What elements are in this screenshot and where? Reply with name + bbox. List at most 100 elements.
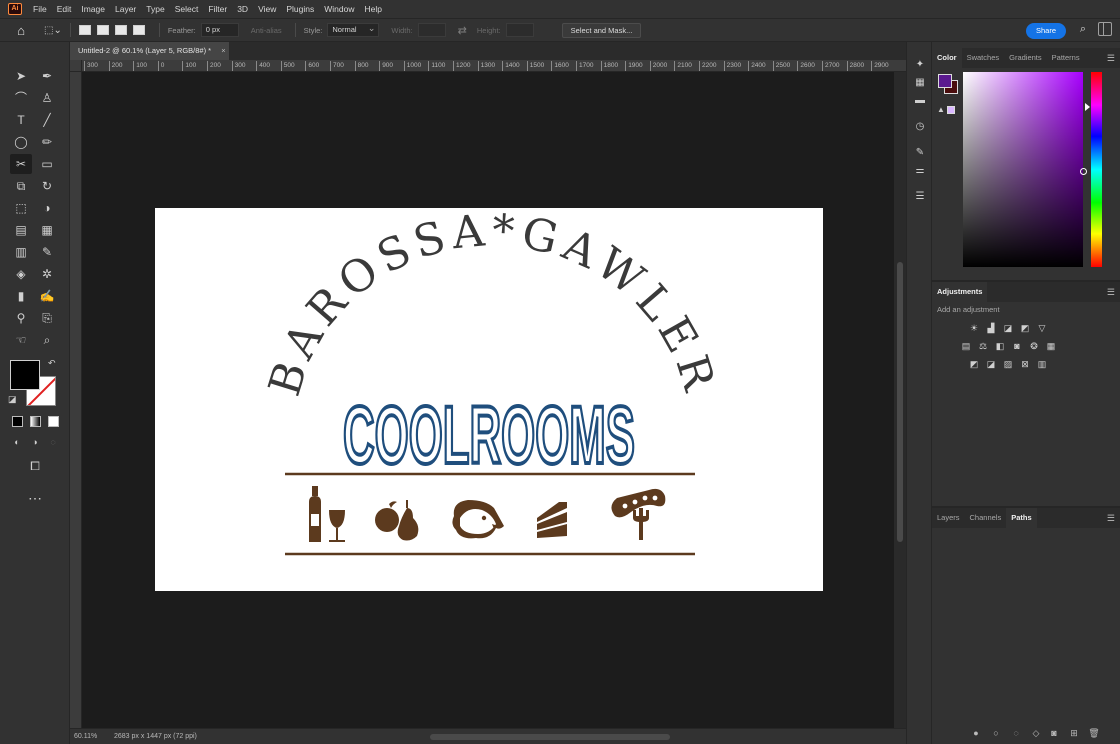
menu-select[interactable]: Select: [170, 0, 204, 18]
close-tab-icon[interactable]: ×: [221, 46, 225, 55]
gradient-tool-icon[interactable]: ▥: [10, 242, 32, 262]
eyedropper-tool-icon[interactable]: ✎: [36, 242, 58, 262]
select-and-mask-button[interactable]: Select and Mask...: [561, 22, 642, 38]
menu-file[interactable]: File: [28, 0, 52, 18]
stroke-path-icon[interactable]: ○: [990, 727, 1002, 739]
graph-tool-icon[interactable]: ▮: [10, 286, 32, 306]
symbol-sprayer-icon[interactable]: ✲: [36, 264, 58, 284]
ruler-origin[interactable]: [70, 60, 82, 72]
swap-arrows-icon[interactable]: ⇄: [458, 24, 467, 37]
swap-colors-icon[interactable]: ↶: [48, 358, 56, 369]
menu-filter[interactable]: Filter: [203, 0, 232, 18]
share-button[interactable]: Share: [1025, 23, 1066, 39]
foreground-color-swatch[interactable]: [10, 360, 40, 390]
width-input[interactable]: [417, 23, 446, 37]
hue-saturation-icon[interactable]: ▤: [960, 341, 972, 352]
screen-mode-icon[interactable]: ⧠: [24, 456, 46, 476]
make-path-icon[interactable]: ◇: [1030, 727, 1042, 739]
more-tools-icon[interactable]: ⋯: [24, 488, 46, 508]
app-logo[interactable]: Ai: [8, 3, 22, 15]
default-colors-icon[interactable]: ◪: [8, 394, 17, 405]
vertical-ruler[interactable]: [70, 72, 82, 728]
exposure-icon[interactable]: ◩: [1019, 323, 1031, 334]
color-lookup-icon[interactable]: ▦: [1045, 341, 1057, 352]
pencil-tool-icon[interactable]: ✏: [36, 132, 58, 152]
menu-edit[interactable]: Edit: [52, 0, 77, 18]
menu-3d[interactable]: 3D: [232, 0, 253, 18]
levels-icon[interactable]: ▟: [985, 323, 997, 334]
brightness-icon[interactable]: ☀: [968, 323, 980, 334]
brushes-icon[interactable]: ✎: [913, 146, 927, 160]
channel-mixer-icon[interactable]: ❂: [1028, 341, 1040, 352]
panel-menu-icon[interactable]: ☰: [1107, 287, 1115, 298]
color-picker-field[interactable]: [963, 72, 1087, 267]
line-tool-icon[interactable]: ╱: [36, 110, 58, 130]
comments-icon[interactable]: ▬: [913, 94, 927, 108]
menu-help[interactable]: Help: [359, 0, 386, 18]
height-input[interactable]: [505, 23, 534, 37]
none-color-icon[interactable]: [48, 416, 59, 427]
tab-adjustments[interactable]: Adjustments: [932, 282, 988, 302]
gamut-swatch[interactable]: [947, 106, 955, 114]
add-selection-icon[interactable]: [96, 25, 109, 35]
vibrance-icon[interactable]: ▽: [1036, 323, 1048, 334]
invert-icon[interactable]: ◩: [968, 359, 980, 370]
photo-filter-icon[interactable]: ◙: [1011, 341, 1023, 352]
new-selection-icon[interactable]: [78, 25, 91, 35]
gradient-mode-icon[interactable]: [30, 416, 41, 427]
tab-patterns[interactable]: Patterns: [1047, 48, 1085, 68]
menu-window[interactable]: Window: [319, 0, 359, 18]
adjust-sliders-icon[interactable]: ☰: [913, 190, 927, 204]
blend-tool-icon[interactable]: ◈: [10, 264, 32, 284]
curvature-tool-icon[interactable]: ⌒: [10, 88, 32, 108]
color-picker-marker[interactable]: [1080, 168, 1087, 175]
black-white-icon[interactable]: ◧: [994, 341, 1006, 352]
perspective-tool-icon[interactable]: ▤: [10, 220, 32, 240]
workspace-icon[interactable]: [1098, 22, 1112, 36]
dropper-icon[interactable]: ⚲: [10, 308, 32, 328]
subtract-selection-icon[interactable]: [114, 25, 127, 35]
posterize-icon[interactable]: ◪: [985, 359, 997, 370]
hue-slider[interactable]: [1091, 72, 1102, 267]
load-selection-icon[interactable]: ◌: [1010, 727, 1022, 739]
delete-path-icon[interactable]: 🗑: [1088, 727, 1100, 739]
new-path-icon[interactable]: ⊞: [1068, 727, 1080, 739]
type-tool-icon[interactable]: T: [10, 110, 32, 130]
tab-gradients[interactable]: Gradients: [1004, 48, 1047, 68]
menu-layer[interactable]: Layer: [110, 0, 141, 18]
search-icon[interactable]: ⌕: [1080, 23, 1086, 36]
feather-input[interactable]: 0 px: [200, 23, 239, 37]
libraries-icon[interactable]: ▦: [913, 76, 927, 90]
rotate-tool-icon[interactable]: ↻: [36, 176, 58, 196]
zoom-tool-icon[interactable]: ⌕: [36, 330, 58, 350]
hand-tool-icon[interactable]: ☜: [10, 330, 32, 350]
ellipse-tool-icon[interactable]: ◯: [10, 132, 32, 152]
antialias-checkbox[interactable]: Anti-alias: [251, 26, 282, 35]
puppet-tool-icon[interactable]: ♙: [36, 88, 58, 108]
free-transform-icon[interactable]: ⬚: [10, 198, 32, 218]
intersect-selection-icon[interactable]: [132, 25, 145, 35]
draw-inside-icon[interactable]: ◌: [42, 432, 64, 452]
panel-menu-icon[interactable]: ☰: [1107, 53, 1115, 64]
artboard-tool-icon[interactable]: ⎘: [36, 308, 58, 328]
marquee-preset-icon[interactable]: ⬚⌄: [44, 25, 62, 36]
home-icon[interactable]: ⌂: [12, 23, 30, 38]
document-tab[interactable]: Untitled-2 @ 60.1% (Layer 5, RGB/8#) * ×: [70, 42, 230, 60]
menu-type[interactable]: Type: [141, 0, 169, 18]
properties-icon[interactable]: ⚌: [913, 164, 927, 178]
zoom-level[interactable]: 60.11%: [74, 729, 97, 744]
vertical-scroll-thumb[interactable]: [897, 262, 903, 542]
tab-channels[interactable]: Channels: [965, 508, 1007, 528]
add-mask-icon[interactable]: ◙: [1048, 727, 1060, 739]
rectangle-tool-icon[interactable]: ▭: [36, 154, 58, 174]
pen-tool-icon[interactable]: ✒: [36, 66, 58, 86]
shape-builder-icon[interactable]: ◑: [36, 198, 58, 218]
fill-color-icon[interactable]: [12, 416, 23, 427]
gradient-map-icon[interactable]: ▥: [1036, 359, 1048, 370]
selective-color-icon[interactable]: ⊠: [1019, 359, 1031, 370]
history-icon[interactable]: ◷: [913, 120, 927, 134]
scissors-tool-icon[interactable]: ✂: [10, 154, 32, 174]
tab-paths[interactable]: Paths: [1006, 508, 1037, 528]
learn-icon[interactable]: ✦: [913, 58, 927, 72]
menu-view[interactable]: View: [253, 0, 281, 18]
